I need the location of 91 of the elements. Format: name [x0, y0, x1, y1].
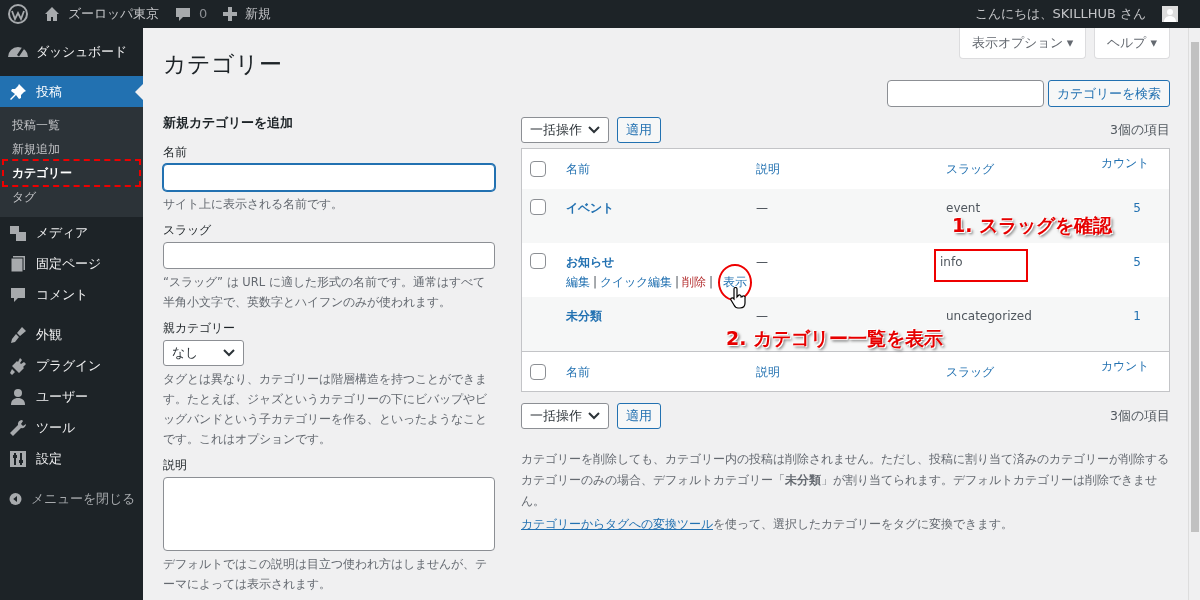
apply-button[interactable]: 適用 — [617, 117, 661, 144]
greeting-link[interactable]: こんにちは、SKILLHUB さん — [974, 4, 1146, 24]
category-name-link[interactable]: 未分類 — [566, 309, 602, 324]
item-count: 3個の項目 — [1110, 120, 1170, 139]
plug-icon — [8, 355, 28, 376]
help-text: “スラッグ” は URL に適した形式の名前です。通常はすべて半角小文字で、英数字とハイフンのみが使われます。 — [163, 273, 486, 311]
item-count: 3個の項目 — [1110, 406, 1170, 425]
column-header[interactable]: カウント — [1086, 356, 1161, 375]
annotation-label: 2. カテゴリー一覧を表示 — [726, 326, 944, 352]
input-field[interactable] — [163, 163, 495, 191]
count-link[interactable]: 5 — [1133, 255, 1141, 270]
chevron-icon — [588, 126, 600, 135]
parent-select[interactable]: なし — [163, 339, 244, 366]
plus-icon[interactable] — [223, 7, 238, 21]
note-text: カテゴリーからタグへの変換ツールを使って、選択したカテゴリーをタグに変換できます。 — [521, 517, 1013, 532]
submenu-item[interactable]: 投稿一覧 — [4, 113, 139, 137]
help-text: サイト上に表示される名前です。 — [163, 195, 344, 213]
chevron-icon — [588, 412, 600, 421]
description-textarea[interactable] — [163, 476, 495, 551]
bulk-action-select[interactable]: 一括操作 — [521, 403, 609, 430]
column-header[interactable]: スラッグ — [946, 362, 1086, 381]
search-button[interactable]: カテゴリーを検索 — [1048, 80, 1170, 108]
sidebar-menu-item[interactable]: ユーザー — [0, 381, 143, 412]
row-action-link[interactable]: 削除 — [682, 275, 707, 290]
screen-tab[interactable]: ヘルプ ▾ — [1094, 28, 1170, 59]
form-heading: 新規カテゴリーを追加 — [163, 114, 294, 133]
separator-text: | — [592, 275, 599, 290]
submenu-item[interactable]: タグ — [4, 185, 139, 209]
sidebar-menu-item[interactable]: 固定ページ — [0, 248, 143, 279]
column-header[interactable]: スラッグ — [946, 160, 1086, 179]
comment-count[interactable]: 0 — [199, 4, 208, 24]
category-name-link[interactable]: イベント — [566, 201, 614, 216]
separator-text: | — [708, 275, 715, 290]
slug-cell-text: uncategorized — [946, 308, 1032, 326]
select-all-checkbox[interactable] — [530, 161, 546, 178]
column-header[interactable]: 説明 — [756, 362, 946, 381]
column-header[interactable]: 説明 — [756, 160, 946, 179]
logo-icon[interactable] — [8, 4, 28, 24]
sidebar-menu-item[interactable]: 外観 — [0, 319, 143, 350]
note-text: カテゴリーを削除しても、カテゴリー内の投稿は削除されません。ただし、投稿に割り当て済みのカテゴリーが削除するカテゴリーのみの場合、デフォルトカテゴリー「未分類」が割り当てられます。デフォルトカテゴリーは削除できません。 — [521, 451, 1170, 511]
help-text: デフォルトではこの説明は目立つ使われ方はしませんが、テーマによっては表示されます。 — [163, 555, 488, 593]
sidebar-menu-item[interactable]: 投稿 — [0, 76, 143, 107]
separator-text: | — [674, 275, 681, 290]
field-label: 説明 — [163, 456, 188, 474]
bulk-action-select[interactable]: 一括操作 — [521, 117, 609, 144]
search-field[interactable] — [887, 80, 1044, 108]
pages-icon — [8, 253, 28, 274]
sidebar-menu-item[interactable]: ダッシュボード — [0, 36, 143, 67]
column-header[interactable]: 名前 — [566, 362, 756, 381]
row-checkbox[interactable] — [530, 253, 546, 270]
sidebar-menu-item[interactable]: プラグイン — [0, 350, 143, 381]
count-link[interactable]: 1 — [1133, 309, 1141, 324]
select-all-checkbox[interactable] — [530, 363, 546, 380]
wrench-icon — [8, 417, 28, 438]
brush-icon — [8, 324, 28, 345]
help-text: タグとは異なり、カテゴリーは階層構造を持つことができます。たとえば、ジャズというカテゴリーの下にビバップやビッグバンドという子カテゴリーを作る、といったようなことです。これはオプションです。 — [163, 370, 488, 448]
field-label: 親カテゴリー — [163, 319, 236, 337]
new-link[interactable]: 新規 — [245, 4, 272, 24]
convert-tool-link[interactable]: カテゴリーからタグへの変換ツール — [521, 517, 713, 532]
category-name-link[interactable]: お知らせ — [566, 255, 614, 270]
submenu-item[interactable]: カテゴリー — [4, 161, 139, 185]
slug-cell: info — [934, 249, 1028, 283]
input-field[interactable] — [163, 241, 495, 269]
user-icon — [8, 386, 28, 407]
submenu-item[interactable]: 新規追加 — [4, 137, 139, 161]
field-label: 名前 — [163, 143, 188, 161]
home-icon[interactable] — [44, 6, 60, 22]
collapse-menu-button[interactable]: メニューを閉じる — [0, 483, 143, 514]
sidebar-menu-item[interactable]: ツール — [0, 412, 143, 443]
description-cell-text: — — [756, 200, 769, 218]
count-link[interactable]: 5 — [1133, 201, 1141, 216]
comment-icon[interactable] — [175, 6, 191, 22]
sliders-icon — [8, 448, 28, 469]
scrollbar[interactable] — [1188, 28, 1200, 600]
chevron-icon — [223, 348, 235, 357]
column-header[interactable]: カウント — [1086, 154, 1161, 173]
column-header[interactable]: 名前 — [566, 160, 756, 179]
row-checkbox[interactable] — [530, 199, 546, 216]
apply-button[interactable]: 適用 — [617, 403, 661, 430]
sidebar-menu-item[interactable]: 設定 — [0, 443, 143, 474]
row-action-link[interactable]: 編集 — [566, 275, 590, 290]
pin-icon — [8, 81, 28, 102]
description-cell-text: — — [756, 308, 769, 326]
site-name-link[interactable]: ズーロッパ東京 — [68, 4, 159, 24]
sidebar-menu-item[interactable]: メディア — [0, 217, 143, 248]
row-action-link[interactable]: クイック編集 — [600, 275, 673, 290]
gauge-icon — [8, 46, 28, 57]
page-title: カテゴリー — [163, 50, 283, 79]
screen-tab[interactable]: 表示オプション ▾ — [958, 28, 1087, 59]
field-label: スラッグ — [163, 221, 212, 239]
sidebar-menu-item[interactable]: コメント — [0, 279, 143, 310]
